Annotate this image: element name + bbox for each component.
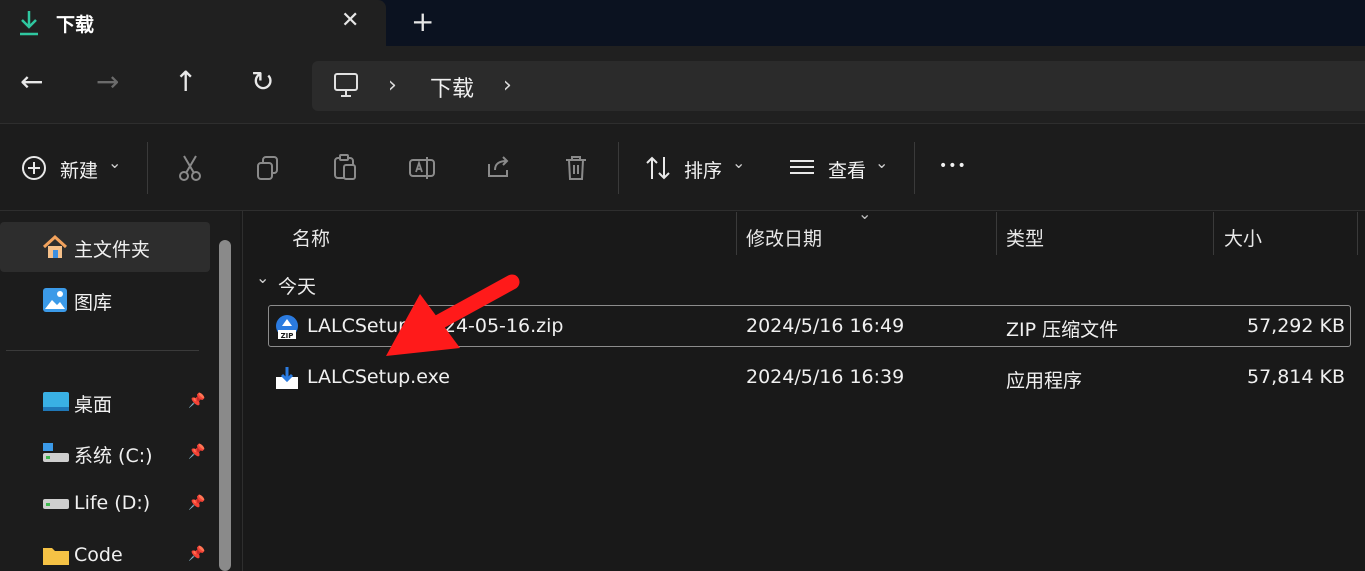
file-modified: 2024/5/16 16:49 — [746, 315, 905, 337]
folder-icon — [43, 548, 69, 565]
desktop-icon — [43, 392, 69, 411]
drive-icon — [43, 443, 69, 462]
breadcrumb-separator[interactable]: › — [388, 73, 397, 98]
gallery-icon — [43, 288, 67, 312]
sidebar-item-code[interactable]: Code — [74, 544, 123, 566]
zip-icon: ZIP — [276, 315, 298, 340]
sort-icon[interactable] — [644, 155, 672, 181]
installer-icon — [276, 367, 298, 389]
pin-icon[interactable]: 📌 — [188, 444, 205, 460]
tab-title: 下载 — [56, 14, 95, 36]
annotation-arrow-icon — [386, 274, 520, 356]
rename-icon[interactable] — [408, 155, 436, 181]
delete-icon[interactable] — [563, 154, 589, 182]
sort-indicator-icon: ⌄ — [858, 204, 872, 223]
toolbar-divider — [914, 142, 915, 194]
column-divider[interactable] — [996, 212, 997, 255]
sidebar-item-gallery[interactable]: 图库 — [74, 288, 112, 315]
command-bar — [0, 123, 1365, 211]
forward-button[interactable]: → — [96, 68, 119, 96]
column-header-name[interactable]: 名称 — [292, 224, 330, 251]
close-tab-icon[interactable]: ✕ — [341, 8, 359, 33]
pin-icon[interactable]: 📌 — [188, 393, 205, 409]
column-divider[interactable] — [736, 212, 737, 255]
sidebar-item-desktop[interactable]: 桌面 — [74, 390, 112, 417]
file-size: 57,814 KB — [1246, 366, 1345, 388]
group-header-today[interactable]: 今天 — [278, 272, 316, 299]
column-header-modified[interactable]: 修改日期 — [746, 224, 822, 251]
sort-dropdown-chevron-icon[interactable]: ⌄ — [732, 153, 745, 172]
breadcrumb-separator-end[interactable]: › — [503, 73, 512, 98]
toolbar-divider — [618, 142, 619, 194]
new-button[interactable]: 新建 — [60, 156, 98, 183]
svg-text:ZIP: ZIP — [281, 332, 294, 340]
view-icon[interactable] — [788, 158, 816, 178]
sidebar-divider — [6, 350, 199, 351]
column-divider[interactable] — [1213, 212, 1214, 255]
download-icon — [20, 11, 38, 36]
back-button[interactable]: ← — [20, 68, 43, 96]
column-header-size[interactable]: 大小 — [1224, 224, 1262, 251]
share-icon[interactable] — [485, 154, 513, 180]
group-collapse-chevron-icon[interactable]: ⌄ — [256, 268, 269, 287]
column-divider[interactable] — [1357, 212, 1358, 255]
new-dropdown-chevron-icon[interactable]: ⌄ — [108, 153, 121, 172]
sidebar-scrollbar[interactable] — [219, 240, 231, 571]
column-header-type[interactable]: 类型 — [1006, 224, 1044, 251]
file-modified: 2024/5/16 16:39 — [746, 366, 905, 388]
more-options-button[interactable]: ••• — [939, 158, 967, 174]
sort-button[interactable]: 排序 — [684, 156, 722, 183]
new-tab-button[interactable]: + — [411, 5, 434, 38]
pin-icon[interactable]: 📌 — [188, 546, 205, 562]
file-type: ZIP 压缩文件 — [1006, 319, 1119, 341]
this-pc-icon[interactable] — [333, 72, 359, 98]
new-icon[interactable] — [21, 155, 47, 181]
pin-icon[interactable]: 📌 — [188, 495, 205, 511]
file-size: 57,292 KB — [1246, 315, 1345, 337]
drive-icon — [43, 499, 69, 509]
view-dropdown-chevron-icon[interactable]: ⌄ — [875, 153, 888, 172]
file-type: 应用程序 — [1006, 370, 1083, 392]
sidebar-item-drive-d[interactable]: Life (D:) — [74, 492, 150, 514]
view-button[interactable]: 查看 — [828, 156, 866, 183]
breadcrumb-downloads[interactable]: 下载 — [430, 71, 474, 103]
sidebar-item-drive-c[interactable]: 系统 (C:) — [74, 441, 153, 468]
up-button[interactable]: ↑ — [174, 68, 197, 96]
copy-icon[interactable] — [255, 155, 281, 181]
paste-icon[interactable] — [332, 153, 358, 181]
cut-icon[interactable] — [177, 154, 203, 182]
sidebar-item-home[interactable]: 主文件夹 — [74, 235, 150, 262]
refresh-button[interactable]: ↻ — [251, 68, 274, 96]
toolbar-divider — [147, 142, 148, 194]
home-icon — [42, 234, 68, 258]
